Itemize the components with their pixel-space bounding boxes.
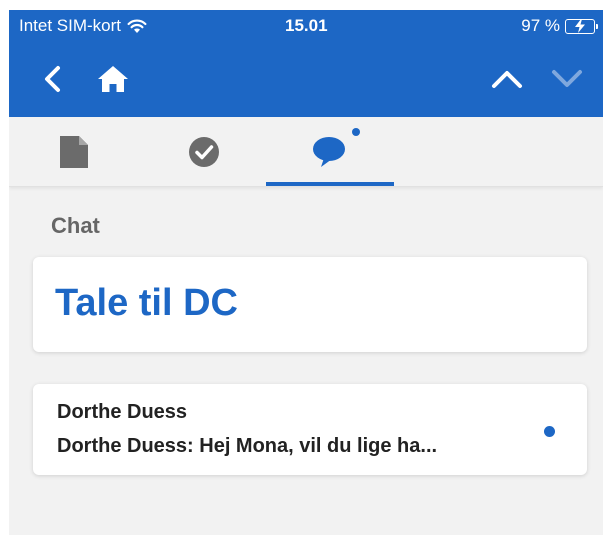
tab-chat[interactable] [266,117,394,187]
tab-tasks[interactable] [159,117,249,187]
chat-room-title: Tale til DC [55,282,238,324]
chevron-left-icon [45,65,60,92]
tab-bar [9,117,603,187]
chat-unread-indicator [352,128,360,136]
chevron-down-icon [552,69,582,87]
check-circle-icon [189,137,219,167]
message-unread-indicator [544,426,555,437]
chat-room-card[interactable]: Tale til DC [33,257,587,352]
tab-documents[interactable] [29,117,119,187]
previous-button[interactable] [487,40,527,117]
home-button[interactable] [93,40,133,117]
battery-icon [565,18,598,34]
chevron-up-icon [492,70,522,88]
status-time: 15.01 [285,16,328,35]
message-sender: Dorthe Duess [57,401,188,423]
battery-status: 97 % [521,16,598,36]
section-title: Chat [51,213,100,238]
home-icon [98,65,128,92]
document-icon [60,136,88,168]
carrier-info: Intet SIM-kort [19,16,147,36]
next-button[interactable] [547,40,587,117]
app-screen: Intet SIM-kort 15.01 97 % Chat Tale til … [9,10,603,535]
navigation-bar [9,40,603,117]
message-preview: Dorthe Duess: Hej Mona, vil du lige ha..… [57,435,438,457]
carrier-label: Intet SIM-kort [19,16,122,35]
charging-bolt-icon [575,18,585,33]
active-tab-indicator [266,182,394,186]
wifi-icon [127,19,147,33]
battery-percent: 97 % [521,16,560,35]
back-button[interactable] [35,40,69,117]
status-bar: Intet SIM-kort 15.01 97 % [9,10,603,40]
chat-bubble-icon [313,137,345,167]
list-item[interactable]: Dorthe Duess Dorthe Duess: Hej Mona, vil… [33,384,587,475]
